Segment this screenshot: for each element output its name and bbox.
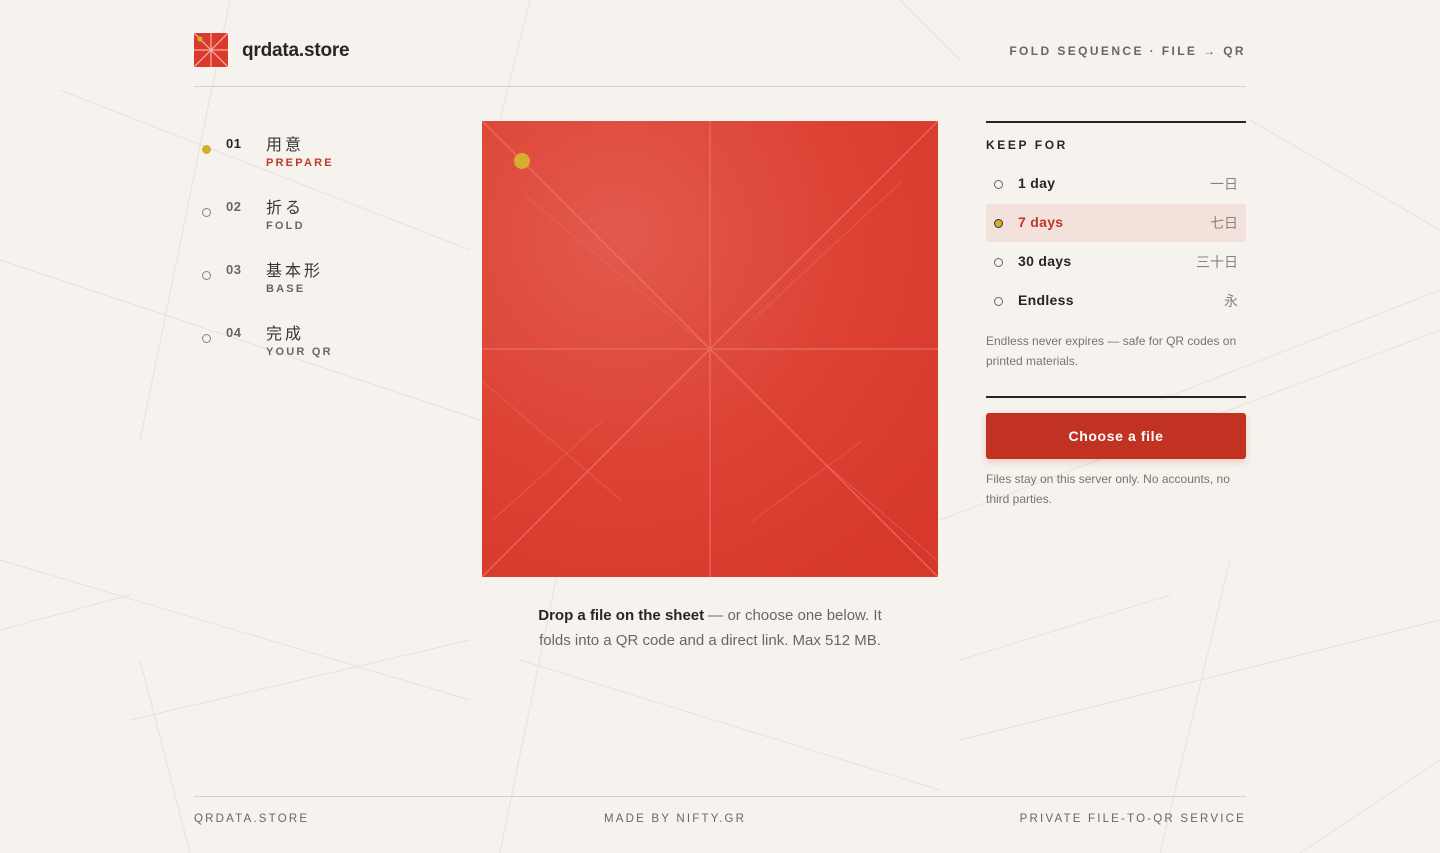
keep-option-1-day[interactable]: 1 day 一日 bbox=[986, 165, 1246, 203]
drop-instructions-strong: Drop a file on the sheet bbox=[538, 607, 705, 624]
step-dot-icon bbox=[202, 334, 211, 343]
panel-divider bbox=[986, 396, 1246, 398]
step-prepare[interactable]: 01 用意 PREPARE bbox=[194, 131, 394, 181]
keep-option-endless[interactable]: Endless 永 bbox=[986, 282, 1246, 320]
file-drop-sheet[interactable] bbox=[482, 121, 938, 577]
site-header: qrdata.store FOLD SEQUENCE · FILE → QR bbox=[194, 33, 1246, 87]
footer-description: PRIVATE FILE-TO-QR SERVICE bbox=[1019, 813, 1246, 825]
endless-note: Endless never expires — safe for QR code… bbox=[986, 334, 1237, 368]
keep-option-30-days[interactable]: 30 days 三十日 bbox=[986, 243, 1246, 281]
keep-option-label: 30 days bbox=[1018, 253, 1072, 269]
header-tagline: FOLD SEQUENCE · FILE → QR bbox=[1009, 44, 1246, 58]
drop-instructions: Drop a file on the sheet — or choose one… bbox=[538, 603, 882, 653]
keep-option-label: 1 day bbox=[1018, 175, 1056, 191]
step-active-dot-icon bbox=[202, 145, 211, 154]
choose-file-button[interactable]: Choose a file bbox=[986, 413, 1246, 459]
step-number: 02 bbox=[226, 199, 242, 214]
step-number: 04 bbox=[226, 325, 242, 340]
step-base[interactable]: 03 基本形 BASE bbox=[194, 257, 394, 307]
step-dot-icon bbox=[202, 271, 211, 280]
fold-marker-icon bbox=[514, 153, 530, 169]
step-japanese-label: 完成 bbox=[266, 324, 305, 343]
keep-option-kanji: 三十日 bbox=[1196, 255, 1238, 271]
keep-option-kanji: 七日 bbox=[1210, 216, 1238, 232]
step-english-label: BASE bbox=[266, 283, 306, 295]
step-english-label: YOUR QR bbox=[266, 346, 333, 358]
step-japanese-label: 用意 bbox=[266, 135, 305, 154]
origami-logo-icon[interactable] bbox=[194, 33, 228, 67]
radio-icon bbox=[994, 180, 1003, 189]
step-number: 01 bbox=[226, 136, 242, 151]
step-english-label: FOLD bbox=[266, 220, 305, 232]
radio-icon bbox=[994, 297, 1003, 306]
keep-option-kanji: 永 bbox=[1224, 294, 1238, 310]
radio-selected-icon bbox=[994, 219, 1003, 228]
radio-icon bbox=[994, 258, 1003, 267]
site-footer: QRDATA.STORE MADE BY NIFTY.GR PRIVATE FI… bbox=[194, 796, 1246, 836]
keep-option-kanji: 一日 bbox=[1210, 177, 1238, 193]
step-dot-icon bbox=[202, 208, 211, 217]
footer-brand-link[interactable]: QRDATA.STORE bbox=[194, 813, 309, 825]
privacy-note: Files stay on this server only. No accou… bbox=[986, 472, 1230, 506]
step-english-label: PREPARE bbox=[266, 157, 334, 169]
panel-divider bbox=[986, 121, 1246, 123]
step-number: 03 bbox=[226, 262, 242, 277]
step-japanese-label: 基本形 bbox=[266, 261, 324, 280]
step-fold[interactable]: 02 折る FOLD bbox=[194, 194, 394, 244]
keep-option-label: 7 days bbox=[1018, 214, 1064, 230]
step-your-qr[interactable]: 04 完成 YOUR QR bbox=[194, 320, 394, 370]
brand-name[interactable]: qrdata.store bbox=[242, 40, 350, 62]
step-japanese-label: 折る bbox=[266, 198, 305, 217]
keep-option-label: Endless bbox=[1018, 292, 1074, 308]
page-container: qrdata.store FOLD SEQUENCE · FILE → QR 0… bbox=[194, 0, 1246, 853]
keep-for-heading: KEEP FOR bbox=[986, 138, 1068, 152]
footer-credit-link[interactable]: MADE BY NIFTY.GR bbox=[604, 813, 746, 825]
keep-option-7-days[interactable]: 7 days 七日 bbox=[986, 204, 1246, 242]
